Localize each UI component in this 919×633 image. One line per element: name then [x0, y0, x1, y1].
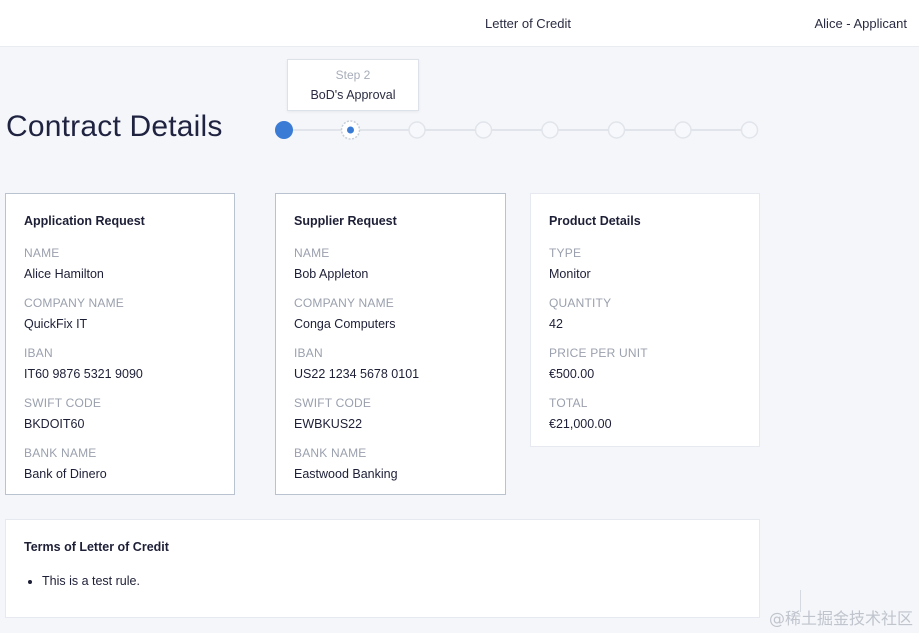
user-label[interactable]: Alice - Applicant: [815, 16, 908, 31]
rules-list: This is a test rule.: [24, 574, 741, 588]
field-value: US22 1234 5678 0101: [294, 367, 420, 381]
field-value: Bank of Dinero: [24, 467, 107, 481]
app-title: Letter of Credit: [485, 16, 571, 31]
field-price: PRICE PER UNIT €500.00: [549, 346, 741, 381]
field-iban: IBAN IT60 9876 5321 9090: [24, 346, 216, 381]
field-value: EWBKUS22: [294, 417, 363, 431]
field-company: COMPANY NAME Conga Computers: [294, 296, 487, 331]
field-label: NAME: [294, 246, 330, 260]
step-dot-3[interactable]: [408, 121, 426, 139]
field-label: SWIFT CODE: [294, 396, 372, 410]
terms-card: Terms of Letter of Credit This is a test…: [5, 519, 760, 618]
field-type: TYPE Monitor: [549, 246, 741, 281]
step-dot-2[interactable]: [340, 120, 361, 140]
step-dot-1[interactable]: [275, 121, 293, 139]
field-bank: BANK NAME Eastwood Banking: [294, 446, 487, 481]
field-label: BANK NAME: [24, 446, 97, 460]
step-dot-8[interactable]: [740, 121, 759, 139]
top-bar: Letter of Credit Alice - Applicant: [0, 0, 919, 47]
page-title: Contract Details: [6, 110, 223, 143]
field-label: TYPE: [549, 246, 582, 260]
field-company: COMPANY NAME QuickFix IT: [24, 296, 216, 331]
terms-title: Terms of Letter of Credit: [24, 540, 169, 554]
field-value: 42: [549, 317, 563, 331]
step-number: Step 2: [335, 68, 371, 82]
product-details-card: Product Details TYPE Monitor QUANTITY 42…: [530, 193, 760, 447]
card-title: Supplier Request: [294, 214, 397, 228]
field-name: NAME Alice Hamilton: [24, 246, 216, 281]
field-value: Eastwood Banking: [294, 467, 398, 481]
field-iban: IBAN US22 1234 5678 0101: [294, 346, 487, 381]
field-value: Alice Hamilton: [24, 267, 104, 281]
rule-item: This is a test rule.: [42, 574, 741, 588]
field-total: TOTAL €21,000.00: [549, 396, 741, 431]
field-value: €500.00: [549, 367, 595, 381]
step-tooltip: Step 2 BoD's Approval: [287, 59, 419, 111]
step-name: BoD's Approval: [310, 88, 396, 102]
progress-stepper: [270, 112, 770, 148]
field-label: COMPANY NAME: [294, 296, 394, 310]
field-value: IT60 9876 5321 9090: [24, 367, 143, 381]
step-dot-5[interactable]: [541, 121, 559, 139]
application-request-card: Application Request NAME Alice Hamilton …: [5, 193, 235, 495]
field-name: NAME Bob Appleton: [294, 246, 487, 281]
step-dot-4[interactable]: [474, 121, 493, 139]
field-label: COMPANY NAME: [24, 296, 124, 310]
field-label: NAME: [24, 246, 60, 260]
field-swift: SWIFT CODE EWBKUS22: [294, 396, 487, 431]
field-value: Bob Appleton: [294, 267, 369, 281]
card-title: Application Request: [24, 214, 145, 228]
field-value: €21,000.00: [549, 417, 612, 431]
field-swift: SWIFT CODE BKDOIT60: [24, 396, 216, 431]
field-value: Monitor: [549, 267, 591, 281]
field-label: BANK NAME: [294, 446, 367, 460]
field-label: PRICE PER UNIT: [549, 346, 648, 360]
field-bank: BANK NAME Bank of Dinero: [24, 446, 216, 481]
field-label: IBAN: [24, 346, 53, 360]
field-value: QuickFix IT: [24, 317, 88, 331]
field-label: IBAN: [294, 346, 323, 360]
step-dot-6[interactable]: [607, 121, 626, 139]
field-label: QUANTITY: [549, 296, 612, 310]
field-label: TOTAL: [549, 396, 588, 410]
card-title: Product Details: [549, 214, 641, 228]
stepper-graphic: [275, 120, 759, 140]
watermark: @稀土掘金技术社区: [768, 609, 913, 628]
supplier-request-card: Supplier Request NAME Bob Appleton COMPA…: [275, 193, 506, 495]
step-dot-7[interactable]: [674, 121, 692, 139]
field-quantity: QUANTITY 42: [549, 296, 741, 331]
field-label: SWIFT CODE: [24, 396, 102, 410]
field-value: BKDOIT60: [24, 417, 85, 431]
field-value: Conga Computers: [294, 317, 396, 331]
